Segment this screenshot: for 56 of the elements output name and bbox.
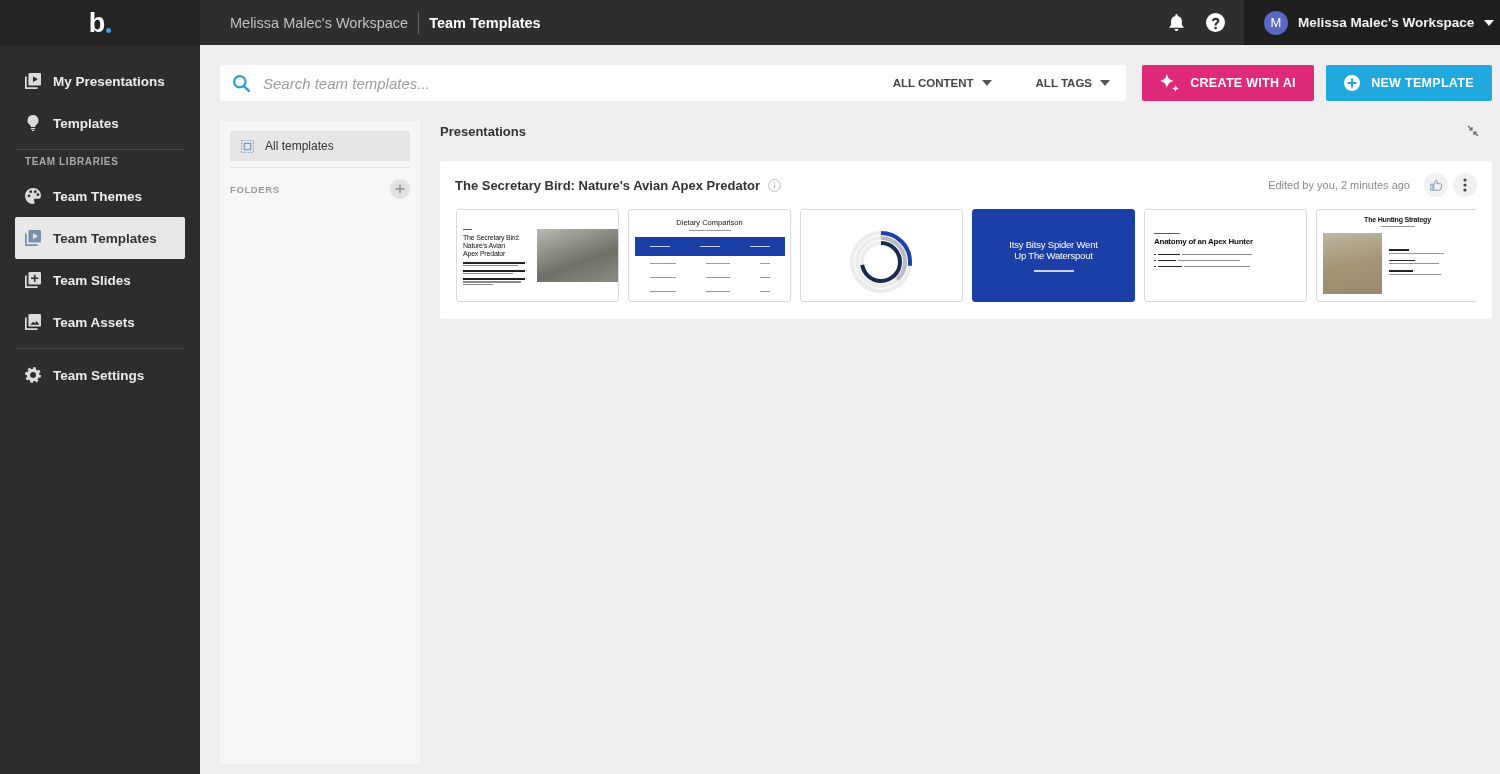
nav-item[interactable]: Team Templates [15, 217, 185, 259]
folder-item[interactable]: All templates [230, 131, 410, 161]
nav-item[interactable]: Templates [15, 102, 185, 144]
filter-dropdown[interactable]: ALL CONTENT [892, 77, 992, 89]
section-heading: TEAM LIBRARIES [25, 155, 119, 169]
section-heading: FOLDERS [230, 183, 280, 195]
text-lines-drawing [1380, 226, 1415, 228]
account-name: Melissa Malec's Workspace [1298, 15, 1475, 30]
slide-thumbnail[interactable]: Anatomy of an Apex Hunter [1144, 209, 1307, 302]
presentation-icon [25, 73, 41, 89]
slide-thumbnail[interactable] [800, 209, 963, 302]
create-with-ai-button[interactable]: CREATE WITH AI [1142, 65, 1314, 101]
search-icon [233, 74, 250, 92]
presentation-icon [25, 230, 41, 246]
nav-item[interactable]: Team Assets [15, 301, 185, 343]
lightbulb-icon [25, 115, 41, 131]
logo: b [88, 10, 112, 35]
image-icon [25, 314, 41, 330]
dotted-square-icon [241, 139, 254, 153]
more-button[interactable] [1453, 173, 1477, 197]
caret-icon [1100, 80, 1110, 86]
account-menu[interactable]: M Melissa Malec's Workspace [1244, 0, 1500, 45]
palette-icon [25, 188, 41, 204]
breadcrumb-link[interactable]: Melissa Malec's Workspace [230, 14, 409, 31]
photo-placeholder [1323, 233, 1382, 295]
gear-icon [25, 367, 41, 383]
slide-thumbnail[interactable]: Itsy Bitsy Spider Went Up The Waterspout [972, 209, 1135, 302]
bell-icon[interactable] [1169, 14, 1184, 31]
nav-item[interactable]: Team Settings [15, 354, 185, 396]
bullet-list-drawing [1389, 249, 1444, 276]
caret-icon [1484, 19, 1495, 26]
text-lines-drawing [688, 230, 731, 232]
text-lines-drawing [1033, 270, 1074, 272]
caret-icon [981, 80, 992, 86]
more-icon [1463, 178, 1467, 192]
text-lines-drawing [463, 229, 472, 231]
slide-title: Itsy Bitsy Spider Went Up The Waterspout [1008, 239, 1099, 262]
section-heading: Presentations [440, 123, 526, 139]
nav-item[interactable]: My Presentations [15, 60, 185, 102]
text-lines-drawing [463, 262, 525, 286]
nav-item[interactable]: Team Slides [15, 259, 185, 301]
inward-arrows-icon[interactable] [1467, 125, 1479, 137]
search-field[interactable]: Search team templates... [220, 65, 877, 101]
filter-dropdown[interactable]: ALL TAGS [1035, 77, 1110, 89]
edited-time: Edited by you, 2 minutes ago [1268, 179, 1410, 191]
nav-item[interactable]: Team Themes [15, 175, 185, 217]
page-title: Team Templates [429, 14, 541, 31]
search-input[interactable]: Search team templates... [263, 71, 877, 95]
thumbs-up-icon [1429, 178, 1443, 192]
sparkle-icon [1160, 74, 1180, 92]
avatar: M [1264, 10, 1288, 35]
presentation-title: The Secretary Bird: Nature's Avian Apex Predator [455, 177, 761, 193]
slide-title: Anatomy of an Apex Hunter [1154, 237, 1253, 248]
slide-plus-icon [25, 272, 41, 288]
help-icon[interactable] [1206, 13, 1225, 32]
text-lines-drawing [1154, 233, 1180, 235]
